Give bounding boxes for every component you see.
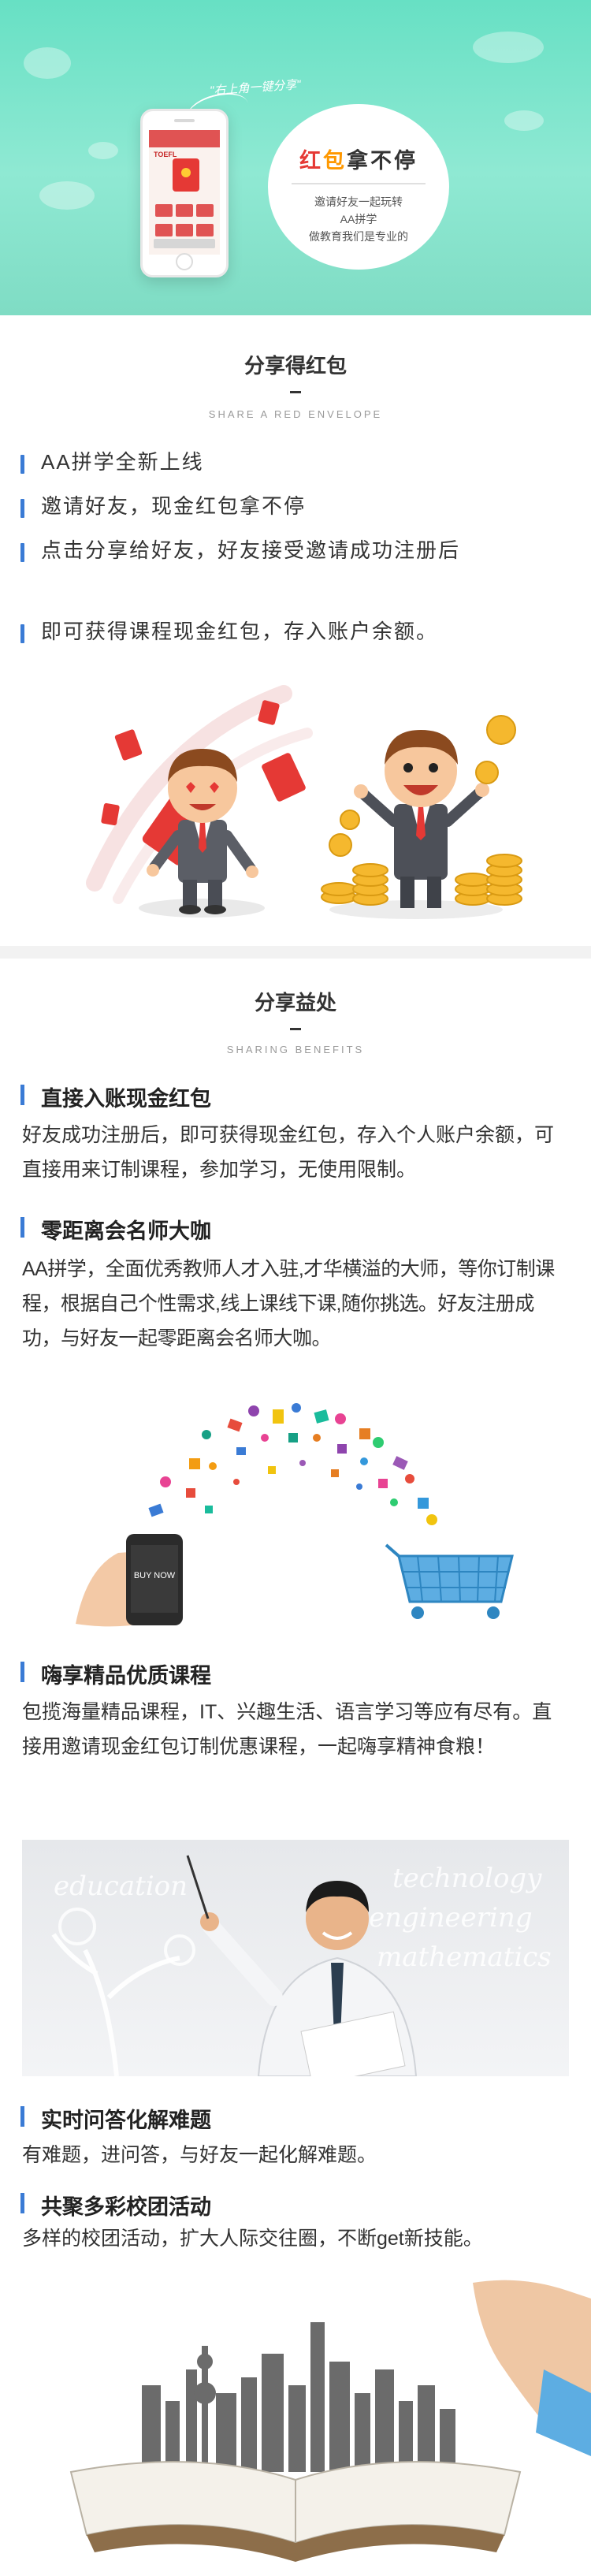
phone-speaker xyxy=(174,119,195,122)
city-book-illustration xyxy=(69,2280,591,2562)
decor-cloud xyxy=(24,47,71,79)
benefits-section-dash xyxy=(290,1028,301,1030)
svg-text:engineering: engineering xyxy=(369,1902,533,1934)
share-hint-text: "右上角一键分享" xyxy=(209,77,302,99)
svg-text:mathematics: mathematics xyxy=(377,1941,552,1973)
cartoon-illustration xyxy=(86,685,522,919)
benefit-heading: 零距离会名师大咖 xyxy=(20,1214,211,1245)
share-section-title: 分享得红包 xyxy=(243,354,347,378)
share-bullet: 邀请好友，现金红包拿不停 xyxy=(20,490,566,523)
hero-title-char: 拿 xyxy=(347,149,370,173)
hero-line-2: AA拼学 xyxy=(340,213,377,225)
benefit-heading: 嗨享精品优质课程 xyxy=(20,1658,211,1689)
phone-screen-grid xyxy=(154,203,215,242)
decor-cloud xyxy=(88,142,118,159)
phone-screen-header xyxy=(149,130,220,147)
hero-line-3: 做教育我们是专业的 xyxy=(309,230,408,243)
hero-title-underline xyxy=(292,183,426,184)
benefit-heading: 共聚多彩校团活动 xyxy=(20,2190,211,2220)
hero-title-char: 不 xyxy=(370,149,394,173)
share-bullet: AA拼学全新上线 xyxy=(20,445,566,478)
share-bullet: 点击分享给好友，好友接受邀请成功注册后 xyxy=(20,534,566,567)
hero-line-1: 邀请好友一起玩转 xyxy=(314,195,403,208)
hero-bubble: 红包拿不停 邀请好友一起玩转 AA拼学 做教育我们是专业的 xyxy=(268,104,449,270)
hero-banner: "右上角一键分享" TOEFL 红包拿不停 邀请好友一起玩转 AA拼学 做教育我… xyxy=(0,0,591,315)
decor-cloud xyxy=(504,110,544,131)
benefits-section-subtitle: SHARING BENEFITS xyxy=(226,1044,365,1055)
phone-home-button xyxy=(176,253,193,270)
hero-title-char: 红 xyxy=(299,149,323,173)
benefit-text: 有难题，进问答，与好友一起化解难题。 xyxy=(22,2144,377,2166)
benefits-section-title: 分享益处 xyxy=(254,991,336,1014)
teacher-illustration: education technology engineering mathema… xyxy=(51,1855,552,2076)
hero-title: 红包拿不停 xyxy=(268,143,449,174)
phone-screen-label: TOEFL xyxy=(154,151,177,158)
benefit-text: 包揽海量精品课程，IT、兴趣生活、语言学习等应有尽有。直接用邀请现金红包订制优惠… xyxy=(22,1701,552,1758)
benefit-heading: 实时问答化解难题 xyxy=(20,2103,211,2134)
share-section-dash xyxy=(290,391,301,393)
decor-cloud xyxy=(39,181,95,210)
section-divider xyxy=(0,946,591,959)
svg-text:education: education xyxy=(54,1871,188,1902)
benefit-text: 多样的校团活动，扩大人际交往圈，不断get新技能。 xyxy=(22,2228,483,2250)
hero-title-char: 停 xyxy=(394,149,418,173)
shopping-illustration: BUY NOW xyxy=(76,1403,514,1627)
share-section-subtitle: SHARE A RED ENVELOPE xyxy=(208,408,383,420)
decor-cloud xyxy=(473,32,544,63)
share-bullet: 即可获得课程现金红包，存入账户余额。 xyxy=(20,615,566,648)
red-envelope-icon xyxy=(173,158,199,192)
phone-mockup: TOEFL xyxy=(140,109,229,277)
page: "右上角一键分享" TOEFL 红包拿不停 邀请好友一起玩转 AA拼学 做教育我… xyxy=(0,0,591,2576)
benefit-text: 好友成功注册后，即可获得现金红包，存入个人账户余额，可直接用来订制课程，参加学习… xyxy=(22,1124,555,1181)
benefit-heading: 直接入账现金红包 xyxy=(20,1081,211,1112)
phone-screen-footer xyxy=(154,239,215,248)
svg-text:technology: technology xyxy=(392,1863,542,1894)
phone-buy-now-label: BUY NOW xyxy=(134,1571,176,1580)
teacher-photo: education technology engineering mathema… xyxy=(22,1840,569,2076)
hero-title-char: 包 xyxy=(323,149,347,173)
benefit-text: AA拼学，全面优秀教师人才入驻,才华横溢的大师，等你订制课程，根据自己个性需求,… xyxy=(22,1258,555,1349)
phone-screen: TOEFL xyxy=(149,130,220,255)
